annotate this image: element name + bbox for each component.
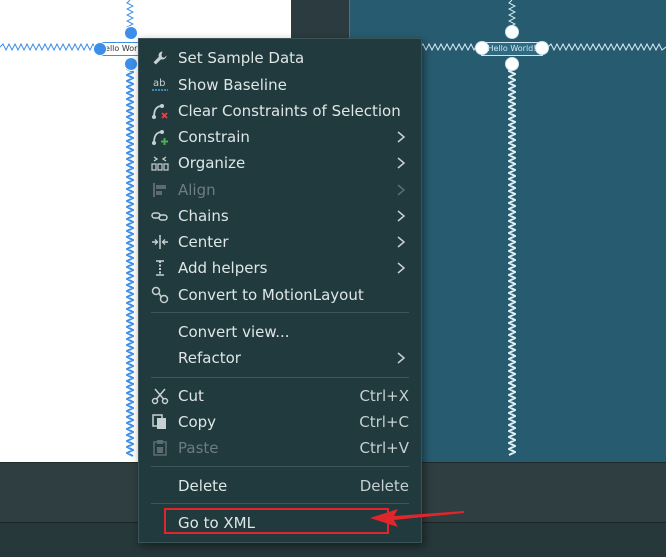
menu-item-paste[interactable]: Paste Ctrl+V bbox=[139, 435, 421, 461]
menu-item-convert-view[interactable]: Convert view... bbox=[139, 319, 421, 345]
menu-item-shortcut: Ctrl+X bbox=[359, 387, 409, 405]
menu-item-shortcut: Delete bbox=[359, 477, 409, 495]
textview-widget-blueprint-text: Hello World! bbox=[487, 44, 537, 53]
constraint-right-blueprint bbox=[548, 43, 666, 51]
submenu-arrow-icon bbox=[397, 352, 406, 364]
menu-item-label: Align bbox=[178, 181, 216, 199]
menu-item-organize[interactable]: Organize bbox=[139, 150, 421, 176]
motion-icon bbox=[151, 286, 169, 304]
scissors-icon bbox=[151, 387, 169, 405]
menu-item-label: Convert view... bbox=[178, 323, 290, 341]
menu-item-label: Delete bbox=[178, 477, 228, 495]
menu-item-center[interactable]: Center bbox=[139, 229, 421, 255]
menu-item-shortcut: Ctrl+V bbox=[359, 439, 409, 457]
submenu-arrow-icon bbox=[397, 131, 406, 143]
align-icon bbox=[151, 181, 169, 199]
context-menu: Set Sample Data ab Show Baseline Clear C… bbox=[138, 38, 422, 543]
menu-separator bbox=[151, 312, 409, 313]
menu-item-label: Add helpers bbox=[178, 259, 268, 277]
constraint-left-blueprint bbox=[420, 43, 480, 51]
submenu-arrow-icon bbox=[397, 184, 406, 196]
menu-item-show-baseline[interactable]: ab Show Baseline bbox=[139, 72, 421, 98]
menu-item-label: Chains bbox=[178, 207, 229, 225]
wrench-icon bbox=[151, 49, 169, 67]
chains-icon bbox=[151, 207, 169, 225]
organize-icon bbox=[151, 154, 169, 172]
menu-item-clear-constraints[interactable]: Clear Constraints of Selection bbox=[139, 98, 421, 124]
paste-icon bbox=[151, 439, 169, 457]
submenu-arrow-icon bbox=[397, 210, 406, 222]
menu-item-constrain[interactable]: Constrain bbox=[139, 124, 421, 150]
blueprint-handle-left[interactable] bbox=[475, 41, 489, 55]
menu-item-shortcut: Ctrl+C bbox=[359, 413, 409, 431]
menu-separator bbox=[151, 503, 409, 504]
copy-icon bbox=[151, 413, 169, 431]
menu-item-cut[interactable]: Cut Ctrl+X bbox=[139, 383, 421, 409]
menu-item-label: Paste bbox=[178, 439, 219, 457]
menu-item-delete[interactable]: Delete Delete bbox=[139, 473, 421, 499]
annotation-arrow-icon bbox=[370, 509, 464, 527]
menu-item-label: Refactor bbox=[178, 349, 241, 367]
menu-item-label: Show Baseline bbox=[178, 76, 287, 94]
center-icon bbox=[151, 233, 169, 251]
menu-item-convert-motionlayout[interactable]: Convert to MotionLayout bbox=[139, 282, 421, 308]
menu-item-label: Center bbox=[178, 233, 229, 251]
svg-text:ab: ab bbox=[153, 78, 165, 89]
constraint-bottom-blueprint bbox=[508, 68, 516, 456]
menu-separator bbox=[151, 466, 409, 467]
blueprint-handle-top[interactable] bbox=[505, 25, 519, 39]
textview-widget-blueprint[interactable]: Hello World! bbox=[481, 42, 543, 56]
constrain-icon bbox=[151, 128, 169, 146]
constraint-handle-left[interactable] bbox=[93, 42, 107, 56]
menu-item-align[interactable]: Align bbox=[139, 177, 421, 203]
menu-item-refactor[interactable]: Refactor bbox=[139, 345, 421, 371]
annotation-highlight-box bbox=[164, 508, 389, 534]
menu-item-set-sample-data[interactable]: Set Sample Data bbox=[139, 45, 421, 71]
menu-item-label: Clear Constraints of Selection bbox=[178, 102, 401, 120]
menu-item-label: Constrain bbox=[178, 128, 250, 146]
baseline-ab-icon: ab bbox=[151, 76, 169, 94]
blueprint-handle-bottom[interactable] bbox=[505, 57, 519, 71]
menu-item-add-helpers[interactable]: Add helpers bbox=[139, 255, 421, 281]
submenu-arrow-icon bbox=[397, 157, 406, 169]
blueprint-handle-right[interactable] bbox=[535, 41, 549, 55]
constraint-left-design bbox=[0, 43, 98, 51]
submenu-arrow-icon bbox=[397, 262, 406, 274]
menu-separator bbox=[151, 377, 409, 378]
menu-item-label: Set Sample Data bbox=[178, 49, 305, 67]
constraint-handle-bottom[interactable] bbox=[124, 57, 138, 71]
guideline-icon bbox=[151, 259, 169, 277]
menu-item-label: Copy bbox=[178, 413, 217, 431]
submenu-arrow-icon bbox=[397, 236, 406, 248]
menu-item-label: Cut bbox=[178, 387, 204, 405]
clear-constraints-icon bbox=[151, 102, 169, 120]
menu-item-chains[interactable]: Chains bbox=[139, 203, 421, 229]
constraint-bottom-design bbox=[126, 66, 134, 457]
menu-item-copy[interactable]: Copy Ctrl+C bbox=[139, 409, 421, 435]
menu-item-label: Convert to MotionLayout bbox=[178, 286, 364, 304]
menu-item-label: Organize bbox=[178, 154, 246, 172]
constraint-handle-top[interactable] bbox=[124, 26, 138, 40]
